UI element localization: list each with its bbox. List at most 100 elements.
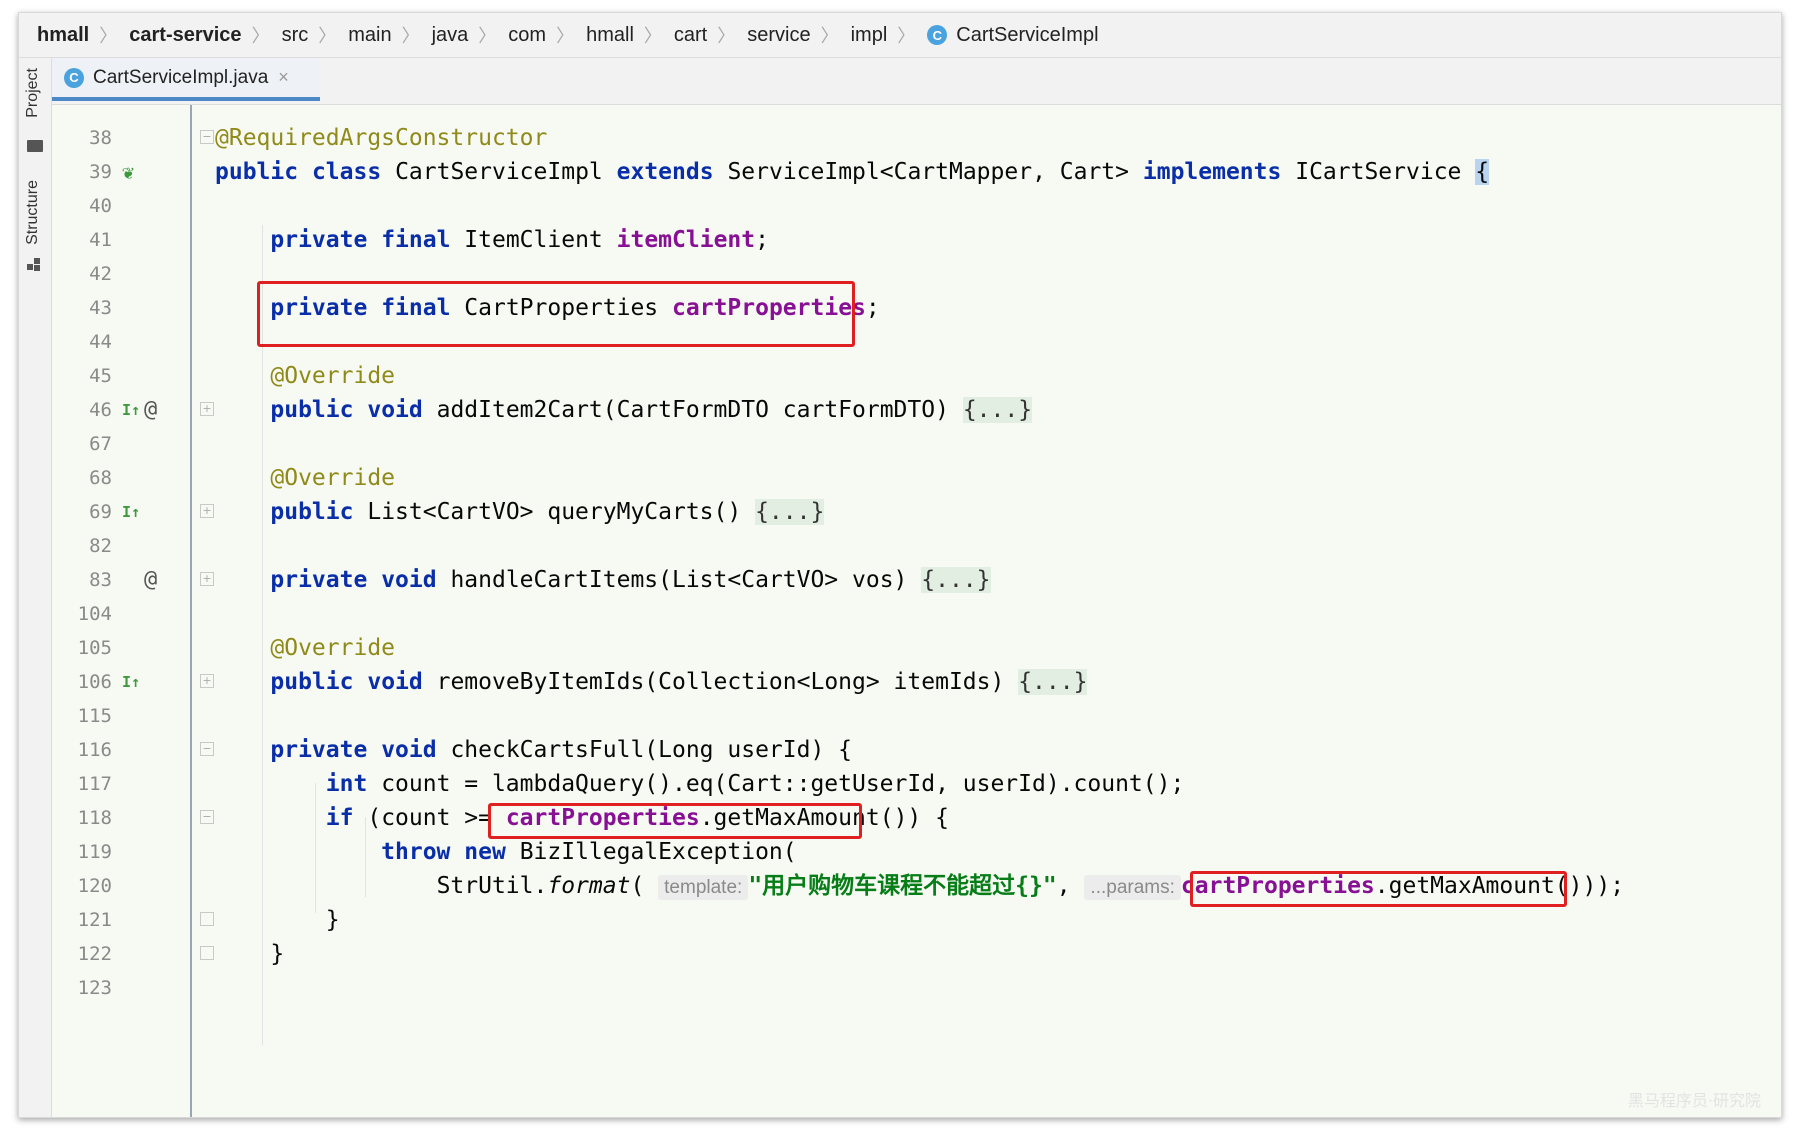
code-line[interactable]: 118 − if (count >= cartProperties.getMax… (52, 801, 1781, 835)
line-number: 118 (77, 807, 112, 829)
mapping-at-icon[interactable]: @ (144, 563, 157, 597)
code-editor[interactable]: 38 − @RequiredArgsConstructor 39 ❦ publi… (52, 105, 1781, 1117)
line-number: 106 (77, 671, 112, 693)
breadcrumb-item[interactable]: cart-service 〉 (129, 22, 281, 48)
code-text: private void checkCartsFull(Long userId)… (270, 737, 853, 763)
code-line[interactable]: 116 − private void checkCartsFull(Long u… (52, 733, 1781, 767)
breadcrumb-item[interactable]: hmall 〉 (586, 22, 674, 48)
code-line[interactable]: 46 I↑ @ + public void addItem2Cart(CartF… (52, 393, 1781, 427)
code-text: int count = lambdaQuery().eq(Cart::getUs… (325, 771, 1185, 797)
line-number: 38 (89, 127, 112, 149)
fold-marker[interactable] (200, 912, 214, 926)
code-text: @Override (270, 635, 396, 661)
code-line[interactable]: 38 − @RequiredArgsConstructor (52, 121, 1781, 155)
fold-marker[interactable]: − (200, 810, 214, 824)
line-number: 83 (89, 569, 112, 591)
structure-icon (27, 258, 41, 272)
line-number: 105 (77, 637, 112, 659)
line-number: 41 (89, 229, 112, 251)
implements-method-icon[interactable]: I↑ (122, 495, 140, 529)
left-tool-strip: Project Structure (19, 58, 52, 1117)
editor-tab-bar: C CartServiceImpl.java × (52, 58, 1781, 105)
folder-icon (27, 140, 43, 152)
code-text: public List<CartVO> queryMyCarts() {...} (270, 499, 825, 525)
code-text: throw new BizIllegalException( (381, 839, 797, 865)
code-text: public void addItem2Cart(CartFormDTO car… (270, 397, 1033, 423)
line-number: 115 (77, 705, 112, 727)
spring-bean-icon[interactable]: ❦ (122, 155, 134, 189)
project-tool-button[interactable]: Project (24, 68, 42, 118)
fold-marker[interactable]: − (200, 742, 214, 756)
tab-cartserviceimpl[interactable]: C CartServiceImpl.java × (52, 58, 320, 101)
code-line[interactable]: 121 } (52, 903, 1781, 937)
fold-marker[interactable]: − (200, 130, 214, 144)
breadcrumb-item[interactable]: com 〉 (508, 22, 586, 48)
class-icon: C (927, 25, 948, 45)
implements-method-icon[interactable]: I↑ (122, 665, 140, 699)
line-number: 123 (77, 977, 112, 999)
line-number: 44 (89, 331, 112, 353)
parameter-hint-template: template: (658, 875, 749, 900)
line-number: 42 (89, 263, 112, 285)
line-number: 68 (89, 467, 112, 489)
code-line[interactable]: 106 I↑ + public void removeByItemIds(Col… (52, 665, 1781, 699)
code-line[interactable]: 39 ❦ public class CartServiceImpl extend… (52, 155, 1781, 189)
fold-marker[interactable]: + (200, 674, 214, 688)
breadcrumb-item-current[interactable]: C CartServiceImpl (927, 24, 1099, 47)
code-line[interactable]: 41 private final ItemClient itemClient; (52, 223, 1781, 257)
code-line[interactable]: 45 @Override (52, 359, 1781, 393)
code-text: public class CartServiceImpl extends Ser… (215, 159, 1490, 185)
code-line[interactable]: 104 (52, 597, 1781, 631)
fold-marker[interactable] (200, 946, 214, 960)
code-line[interactable]: 119 throw new BizIllegalException( (52, 835, 1781, 869)
fold-marker[interactable]: + (200, 504, 214, 518)
code-text: @Override (270, 363, 396, 389)
tab-label: CartServiceImpl.java (93, 66, 269, 88)
breadcrumb-item[interactable]: cart 〉 (674, 22, 747, 48)
code-line[interactable]: 123 (52, 971, 1781, 1005)
breadcrumb-item[interactable]: impl 〉 (851, 22, 928, 48)
line-number: 120 (77, 875, 112, 897)
code-line[interactable]: 40 (52, 189, 1781, 223)
code-line[interactable]: 82 (52, 529, 1781, 563)
highlight-box-field (257, 281, 855, 347)
breadcrumb-item[interactable]: main 〉 (348, 22, 431, 48)
breadcrumb-item[interactable]: java 〉 (432, 22, 509, 48)
line-number: 104 (77, 603, 112, 625)
mapping-at-icon[interactable]: @ (144, 393, 157, 427)
folded-region[interactable]: {...} (1018, 669, 1088, 695)
line-number: 46 (89, 399, 112, 421)
code-line[interactable]: 83 @ + private void handleCartItems(List… (52, 563, 1781, 597)
highlight-box-param (1190, 871, 1567, 907)
fold-marker[interactable]: + (200, 402, 214, 416)
code-line[interactable]: 105 @Override (52, 631, 1781, 665)
breadcrumb-item[interactable]: src 〉 (282, 22, 349, 48)
code-line[interactable]: 68 @Override (52, 461, 1781, 495)
line-number: 122 (77, 943, 112, 965)
code-text: private final ItemClient itemClient; (270, 227, 769, 253)
highlight-box-condition (488, 803, 862, 839)
structure-tool-button[interactable]: Structure (24, 180, 42, 245)
line-number: 45 (89, 365, 112, 387)
close-icon[interactable]: × (278, 67, 289, 88)
breadcrumb-item[interactable]: service 〉 (747, 22, 850, 48)
line-number: 39 (89, 161, 112, 183)
breadcrumb-item[interactable]: hmall 〉 (37, 22, 129, 48)
folded-region[interactable]: {...} (755, 499, 825, 525)
code-line[interactable]: 115 (52, 699, 1781, 733)
folded-region[interactable]: {...} (921, 567, 991, 593)
implements-method-icon[interactable]: I↑ (122, 393, 140, 427)
breadcrumb: hmall 〉 cart-service 〉 src 〉 main 〉 java 〉 co… (19, 13, 1781, 58)
code-line[interactable]: 67 (52, 427, 1781, 461)
folded-region[interactable]: {...} (962, 397, 1033, 423)
parameter-hint-params: ...params: (1084, 875, 1181, 900)
code-line[interactable]: 122 } (52, 937, 1781, 971)
line-number: 116 (77, 739, 112, 761)
code-text: } (270, 941, 285, 967)
fold-marker[interactable]: + (200, 572, 214, 586)
code-line[interactable]: 117 int count = lambdaQuery().eq(Cart::g… (52, 767, 1781, 801)
line-number: 121 (77, 909, 112, 931)
code-text: @Override (270, 465, 396, 491)
code-line[interactable]: 69 I↑ + public List<CartVO> queryMyCarts… (52, 495, 1781, 529)
line-number: 69 (89, 501, 112, 523)
